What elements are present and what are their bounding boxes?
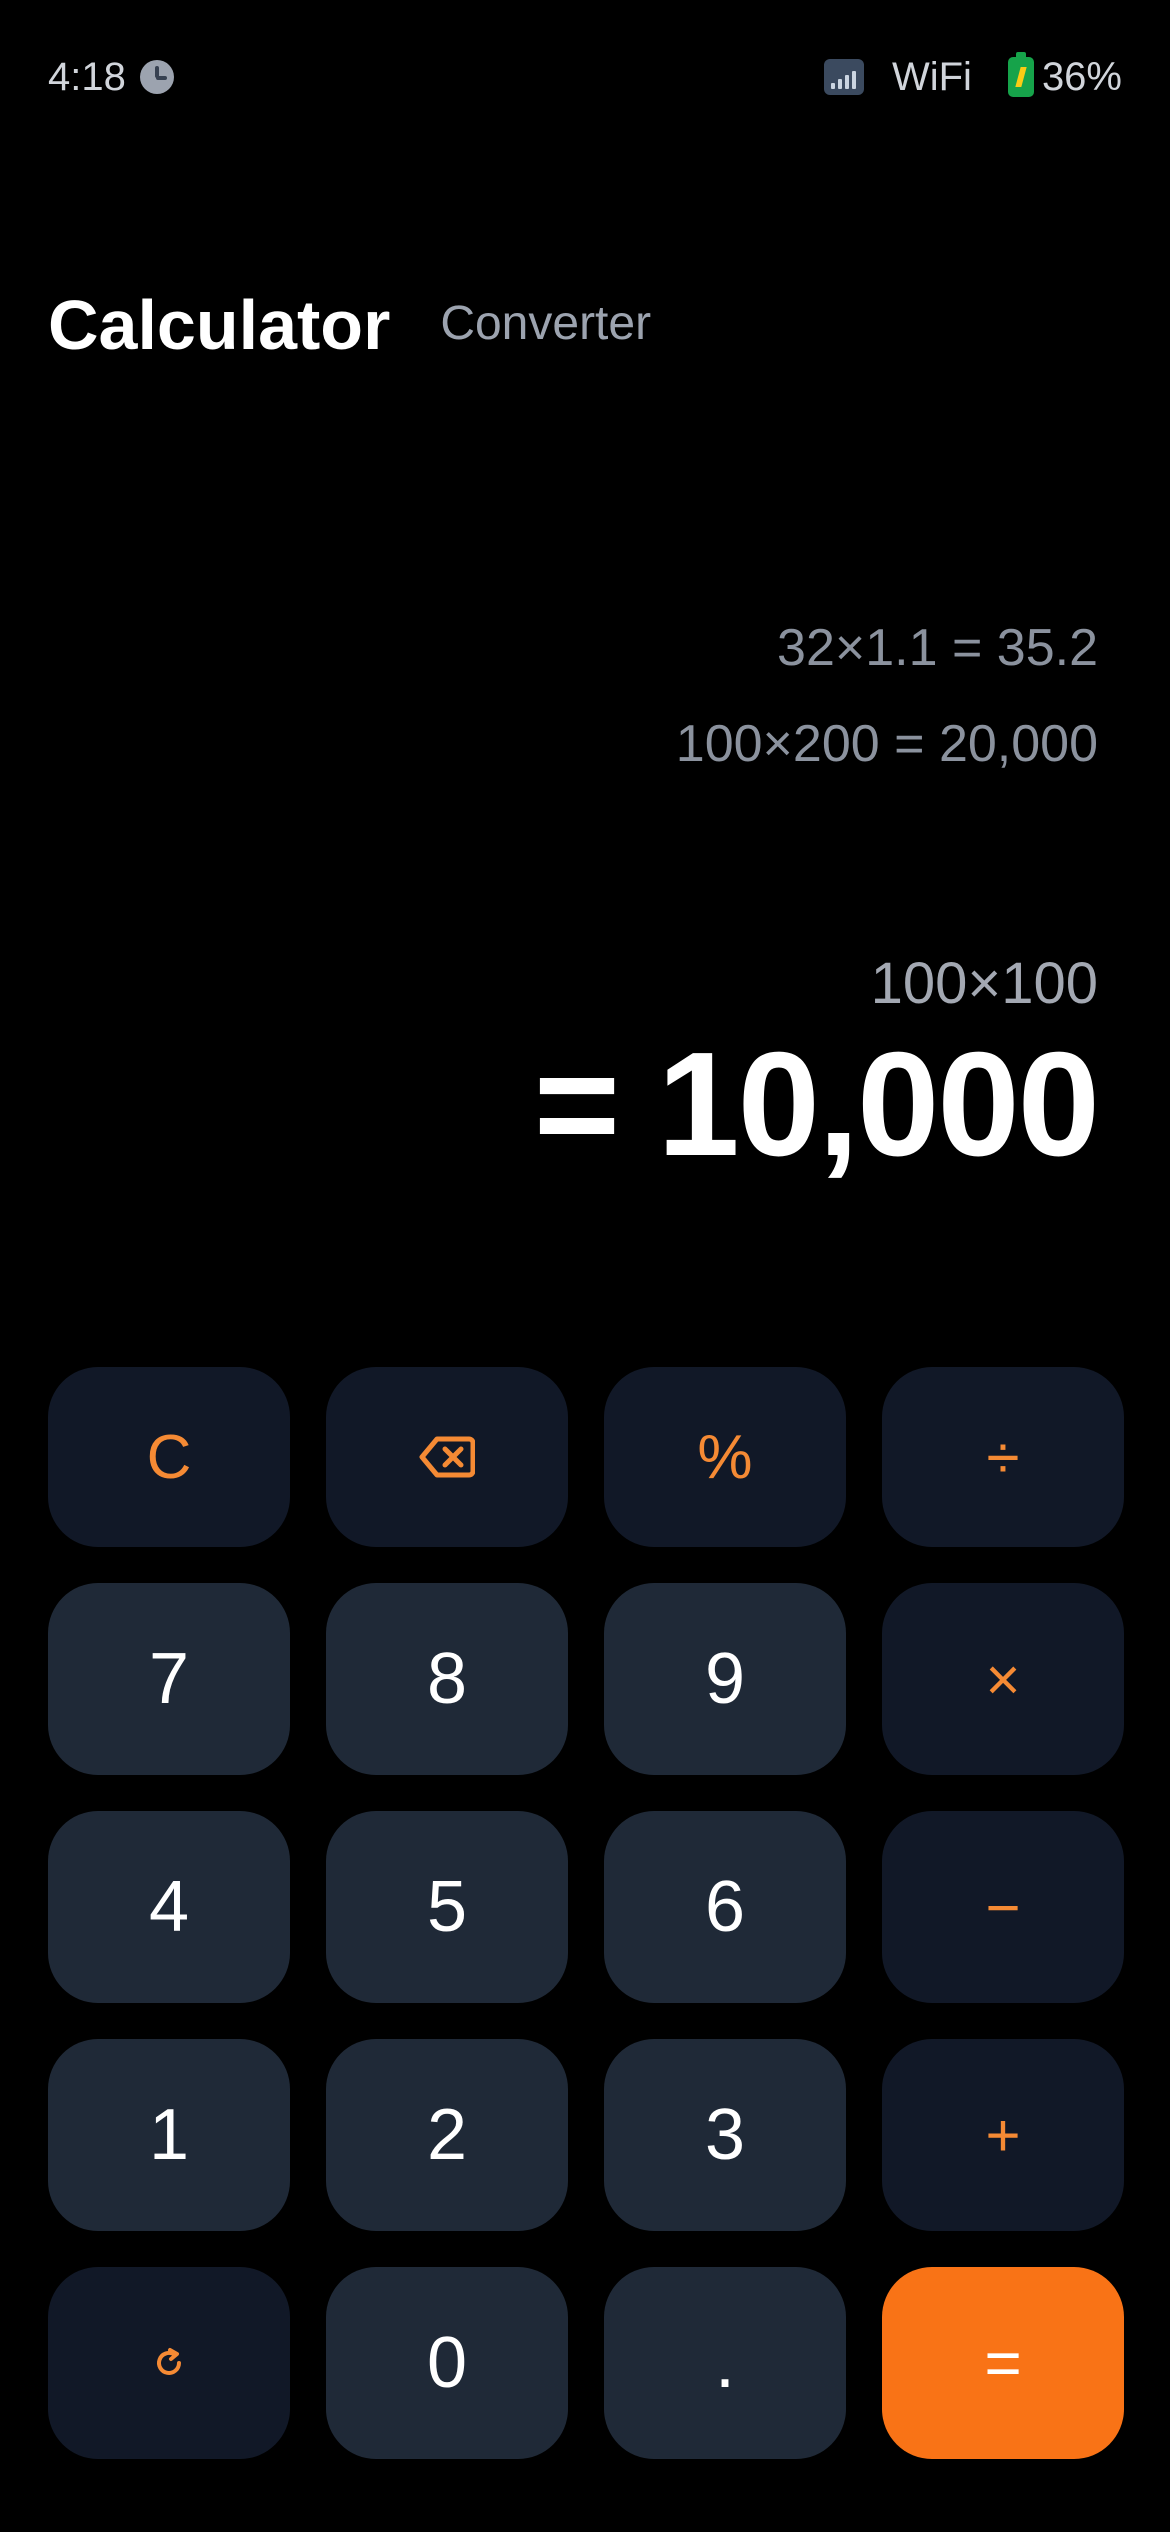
digit-7-button[interactable]: 7 bbox=[48, 1583, 290, 1775]
digit-1-button[interactable]: 1 bbox=[48, 2039, 290, 2231]
history-item[interactable]: 32×1.1 = 35.2 bbox=[676, 600, 1098, 696]
digit-5-button[interactable]: 5 bbox=[326, 1811, 568, 2003]
calculation-history: 32×1.1 = 35.2 100×200 = 20,000 bbox=[676, 600, 1098, 792]
tab-converter[interactable]: Converter bbox=[440, 296, 651, 351]
digit-3-button[interactable]: 3 bbox=[604, 2039, 846, 2231]
digit-2-button[interactable]: 2 bbox=[326, 2039, 568, 2231]
current-result: = 10,000 bbox=[533, 1022, 1100, 1187]
plus-button[interactable]: + bbox=[882, 2039, 1124, 2231]
signal-icon bbox=[823, 59, 864, 95]
keypad: C % ÷ 7 8 9 × 4 5 6 − 1 2 3 + 0 . = bbox=[48, 1367, 1124, 2459]
clear-button[interactable]: C bbox=[48, 1367, 290, 1547]
history-item[interactable]: 100×200 = 20,000 bbox=[676, 696, 1098, 792]
status-left: 4:18 bbox=[48, 55, 174, 100]
battery-icon bbox=[1007, 52, 1034, 97]
digit-9-button[interactable]: 9 bbox=[604, 1583, 846, 1775]
mode-tabs: Calculator Converter bbox=[48, 285, 651, 365]
battery-percent: 36% bbox=[1041, 54, 1122, 99]
backspace-icon bbox=[419, 1436, 475, 1478]
status-time: 4:18 bbox=[48, 54, 126, 99]
refresh-icon bbox=[157, 2348, 181, 2375]
digit-4-button[interactable]: 4 bbox=[48, 1811, 290, 2003]
minus-button[interactable]: − bbox=[882, 1811, 1124, 2003]
digit-6-button[interactable]: 6 bbox=[604, 1811, 846, 2003]
history-toggle-button[interactable] bbox=[48, 2267, 290, 2459]
digit-0-button[interactable]: 0 bbox=[326, 2267, 568, 2459]
status-bar: 4:18 WiFi 36% bbox=[48, 52, 1122, 102]
divide-button[interactable]: ÷ bbox=[882, 1367, 1124, 1547]
percent-button[interactable]: % bbox=[604, 1367, 846, 1547]
status-right: WiFi 36% bbox=[823, 52, 1122, 100]
digit-8-button[interactable]: 8 bbox=[326, 1583, 568, 1775]
clock-icon bbox=[139, 60, 174, 94]
equals-button[interactable]: = bbox=[882, 2267, 1124, 2459]
decimal-button[interactable]: . bbox=[604, 2267, 846, 2459]
multiply-button[interactable]: × bbox=[882, 1583, 1124, 1775]
tab-calculator[interactable]: Calculator bbox=[48, 285, 390, 365]
wifi-label: WiFi bbox=[891, 54, 972, 99]
current-expression: 100×100 bbox=[870, 951, 1098, 1016]
backspace-button[interactable] bbox=[326, 1367, 568, 1547]
